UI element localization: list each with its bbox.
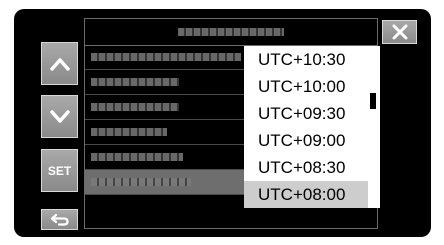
timezone-option[interactable]: UTC+09:00 [244,127,368,154]
menu-title-blurred [178,28,284,36]
set-button-label: SET [47,163,72,178]
set-button[interactable]: SET [41,149,78,192]
return-arrow-icon [50,213,69,226]
chevron-down-icon [49,109,70,123]
timezone-dropdown-list[interactable]: UTC+10:30 UTC+10:00 UTC+09:30 UTC+09:00 … [244,46,380,208]
scroll-up-button[interactable] [41,42,78,85]
dropdown-scrollbar[interactable] [370,93,376,109]
timezone-option-selected[interactable]: UTC+08:00 [244,181,368,208]
menu-row-blurred-text [91,178,191,186]
close-icon [392,24,407,40]
menu-row-blurred-text [91,153,183,161]
menu-row-blurred-text [91,128,167,136]
camera-screen: SET UTC+10:30 UTC+10:00 UTC+09:30 UTC+09… [14,9,431,237]
timezone-option[interactable]: UTC+10:30 [244,46,368,73]
timezone-option[interactable]: UTC+08:30 [244,154,368,181]
menu-row-blurred-text [91,53,241,61]
menu-header [85,19,377,46]
menu-row-blurred-text [91,78,179,86]
back-button[interactable] [41,209,78,230]
timezone-option[interactable]: UTC+09:30 [244,100,368,127]
menu-row-blurred-text [91,103,179,111]
timezone-option[interactable]: UTC+10:00 [244,73,368,100]
close-button[interactable] [382,20,417,44]
chevron-up-icon [49,57,70,71]
scroll-down-button[interactable] [41,95,78,138]
